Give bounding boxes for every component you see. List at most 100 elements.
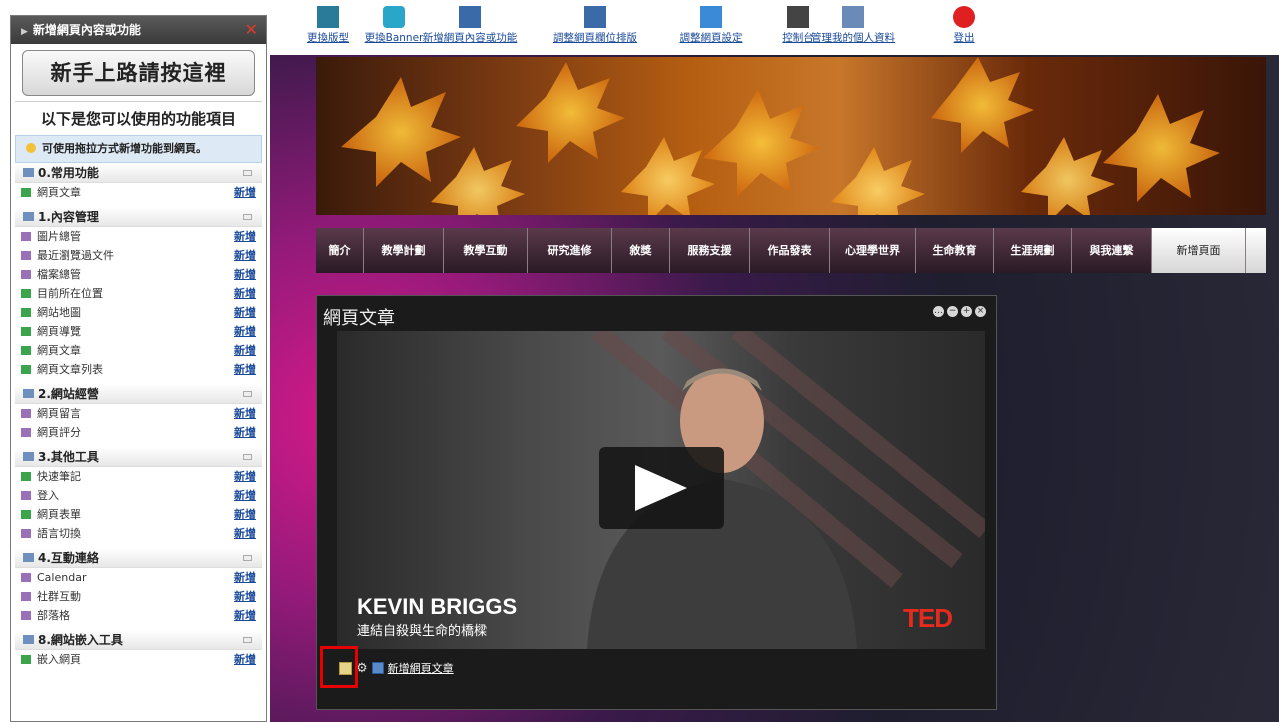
function-icon: [21, 409, 31, 418]
add-function-link[interactable]: 新增: [234, 606, 256, 625]
function-groups: 0.常用功能 網頁文章 新增 1.內容管理圖片總管 新增 最近瀏覽過文件 新增 檔案總管 新增目…: [11, 163, 266, 674]
toolbar-profile-card-button[interactable]: 管理我的個人資料: [798, 6, 908, 45]
group-header[interactable]: 3.其他工具: [15, 447, 262, 467]
power-icon: [953, 6, 975, 28]
collapse-icon[interactable]: [243, 454, 252, 460]
add-article-link[interactable]: 新增網頁文章: [388, 660, 454, 676]
group-title: 1.內容管理: [38, 210, 99, 224]
toolbar-label: 新增網頁內容或功能: [422, 32, 518, 44]
collapse-icon[interactable]: [243, 391, 252, 397]
function-item[interactable]: 嵌入網頁 新增: [15, 650, 262, 669]
layout-icon: [317, 6, 339, 28]
nav-tab[interactable]: 簡介: [316, 228, 364, 273]
nav-tab[interactable]: 服務支援: [670, 228, 750, 273]
function-item[interactable]: 部落格 新增: [15, 606, 262, 625]
function-icon: [21, 232, 31, 241]
newbie-guide-button[interactable]: 新手上路請按這裡: [22, 50, 255, 96]
function-item[interactable]: 網頁評分 新增: [15, 423, 262, 442]
function-item[interactable]: 登入 新增: [15, 486, 262, 505]
function-item[interactable]: 網站地圖 新增: [15, 303, 262, 322]
function-item[interactable]: Calendar 新增: [15, 568, 262, 587]
function-icon: [21, 289, 31, 298]
function-item[interactable]: 社群互動 新增: [15, 587, 262, 606]
group-header[interactable]: 1.內容管理: [15, 207, 262, 227]
close-icon[interactable]: ✕: [245, 16, 258, 44]
function-icon: [21, 573, 31, 582]
add-function-link[interactable]: 新增: [234, 650, 256, 669]
collapse-icon[interactable]: [243, 555, 252, 561]
admin-toolbar: 更換版型 更換Banner 新增網頁內容或功能 調整網頁欄位排版 調整網頁設定 控制台 管理…: [270, 0, 1279, 55]
group-title: 2.網站經營: [38, 387, 99, 401]
add-function-link[interactable]: 新增: [234, 227, 256, 246]
toolbar-power-button[interactable]: 登出: [929, 6, 999, 45]
nav-tab[interactable]: 生涯規劃: [994, 228, 1072, 273]
group-title: 4.互動連絡: [38, 551, 99, 565]
function-item[interactable]: 網頁導覽 新增: [15, 322, 262, 341]
collapse-icon[interactable]: [243, 170, 252, 176]
function-label: 嵌入網頁: [37, 653, 81, 666]
toolbar-layout-button[interactable]: 更換版型: [293, 6, 363, 45]
play-button[interactable]: [599, 447, 724, 529]
nav-tab[interactable]: 敘獎: [612, 228, 670, 273]
add-function-link[interactable]: 新增: [234, 284, 256, 303]
nav-tab[interactable]: 與我連繫: [1072, 228, 1152, 273]
function-item[interactable]: 網頁留言 新增: [15, 404, 262, 423]
main-nav: 簡介 教學計劃 教學互動 研究進修 敘獎 服務支援 作品發表 心理學世界 生命教育 生涯規劃 與我連…: [316, 228, 1266, 273]
add-function-link[interactable]: 新增: [234, 303, 256, 322]
add-function-link[interactable]: 新增: [234, 246, 256, 265]
add-function-link[interactable]: 新增: [234, 322, 256, 341]
group-header[interactable]: 4.互動連絡: [15, 548, 262, 568]
ted-logo: TED: [903, 603, 953, 633]
nav-tab[interactable]: 教學互動: [444, 228, 528, 273]
function-icon: [21, 308, 31, 317]
add-function-link[interactable]: 新增: [234, 587, 256, 606]
group-header[interactable]: 8.網站嵌入工具: [15, 630, 262, 650]
nav-tab[interactable]: 教學計劃: [364, 228, 444, 273]
page-canvas: 更換版型 更換Banner 新增網頁內容或功能 調整網頁欄位排版 調整網頁設定 控制台 管理…: [270, 0, 1279, 722]
function-item[interactable]: 網頁文章列表 新增: [15, 360, 262, 379]
more-icon[interactable]: …: [933, 306, 944, 317]
add-function-link[interactable]: 新增: [234, 183, 256, 202]
video-player[interactable]: KEVIN BRIGGS 連結自殺與生命的橋樑 TED: [337, 331, 985, 649]
collapse-arrow-icon[interactable]: ▶: [21, 27, 28, 37]
toolbar-settings-brush-button[interactable]: 調整網頁設定: [676, 6, 746, 45]
function-item[interactable]: 網頁表單 新增: [15, 505, 262, 524]
add-function-link[interactable]: 新增: [234, 360, 256, 379]
add-function-link[interactable]: 新增: [234, 568, 256, 587]
add-function-link[interactable]: 新增: [234, 341, 256, 360]
close-widget-icon[interactable]: ×: [975, 306, 986, 317]
function-icon: [21, 346, 31, 355]
collapse-icon[interactable]: [243, 637, 252, 643]
nav-tab[interactable]: 心理學世界: [830, 228, 916, 273]
toolbar-add-content-button[interactable]: 新增網頁內容或功能: [415, 6, 525, 45]
banner-icon: [383, 6, 405, 28]
group-header[interactable]: 2.網站經營: [15, 384, 262, 404]
group-title: 8.網站嵌入工具: [38, 633, 123, 647]
maximize-icon[interactable]: +: [961, 306, 972, 317]
add-function-link[interactable]: 新增: [234, 423, 256, 442]
add-function-link[interactable]: 新增: [234, 505, 256, 524]
group-header[interactable]: 0.常用功能: [15, 163, 262, 183]
nav-tab[interactable]: 研究進修: [528, 228, 612, 273]
add-function-link[interactable]: 新增: [234, 486, 256, 505]
function-item[interactable]: 語言切換 新增: [15, 524, 262, 543]
collapse-icon[interactable]: [243, 214, 252, 220]
toolbar-columns-button[interactable]: 調整網頁欄位排版: [540, 6, 650, 45]
add-content-panel: ▶ 新增網頁內容或功能 ✕ 新手上路請按這裡 以下是您可以使用的功能項目 可使用拖…: [10, 15, 267, 722]
function-item[interactable]: 快速筆記 新增: [15, 467, 262, 486]
function-item[interactable]: 檔案總管 新增: [15, 265, 262, 284]
function-item[interactable]: 圖片總管 新增: [15, 227, 262, 246]
add-function-link[interactable]: 新增: [234, 524, 256, 543]
minimize-icon[interactable]: −: [947, 306, 958, 317]
add-function-link[interactable]: 新增: [234, 265, 256, 284]
function-item[interactable]: 最近瀏覽過文件 新增: [15, 246, 262, 265]
function-item[interactable]: 網頁文章 新增: [15, 183, 262, 202]
add-function-link[interactable]: 新增: [234, 404, 256, 423]
profile-card-icon: [842, 6, 864, 28]
function-item[interactable]: 目前所在位置 新增: [15, 284, 262, 303]
nav-tab[interactable]: 作品發表: [750, 228, 830, 273]
nav-tab[interactable]: 生命教育: [916, 228, 994, 273]
nav-tab[interactable]: 新增頁面: [1152, 228, 1246, 273]
add-function-link[interactable]: 新增: [234, 467, 256, 486]
function-item[interactable]: 網頁文章 新增: [15, 341, 262, 360]
